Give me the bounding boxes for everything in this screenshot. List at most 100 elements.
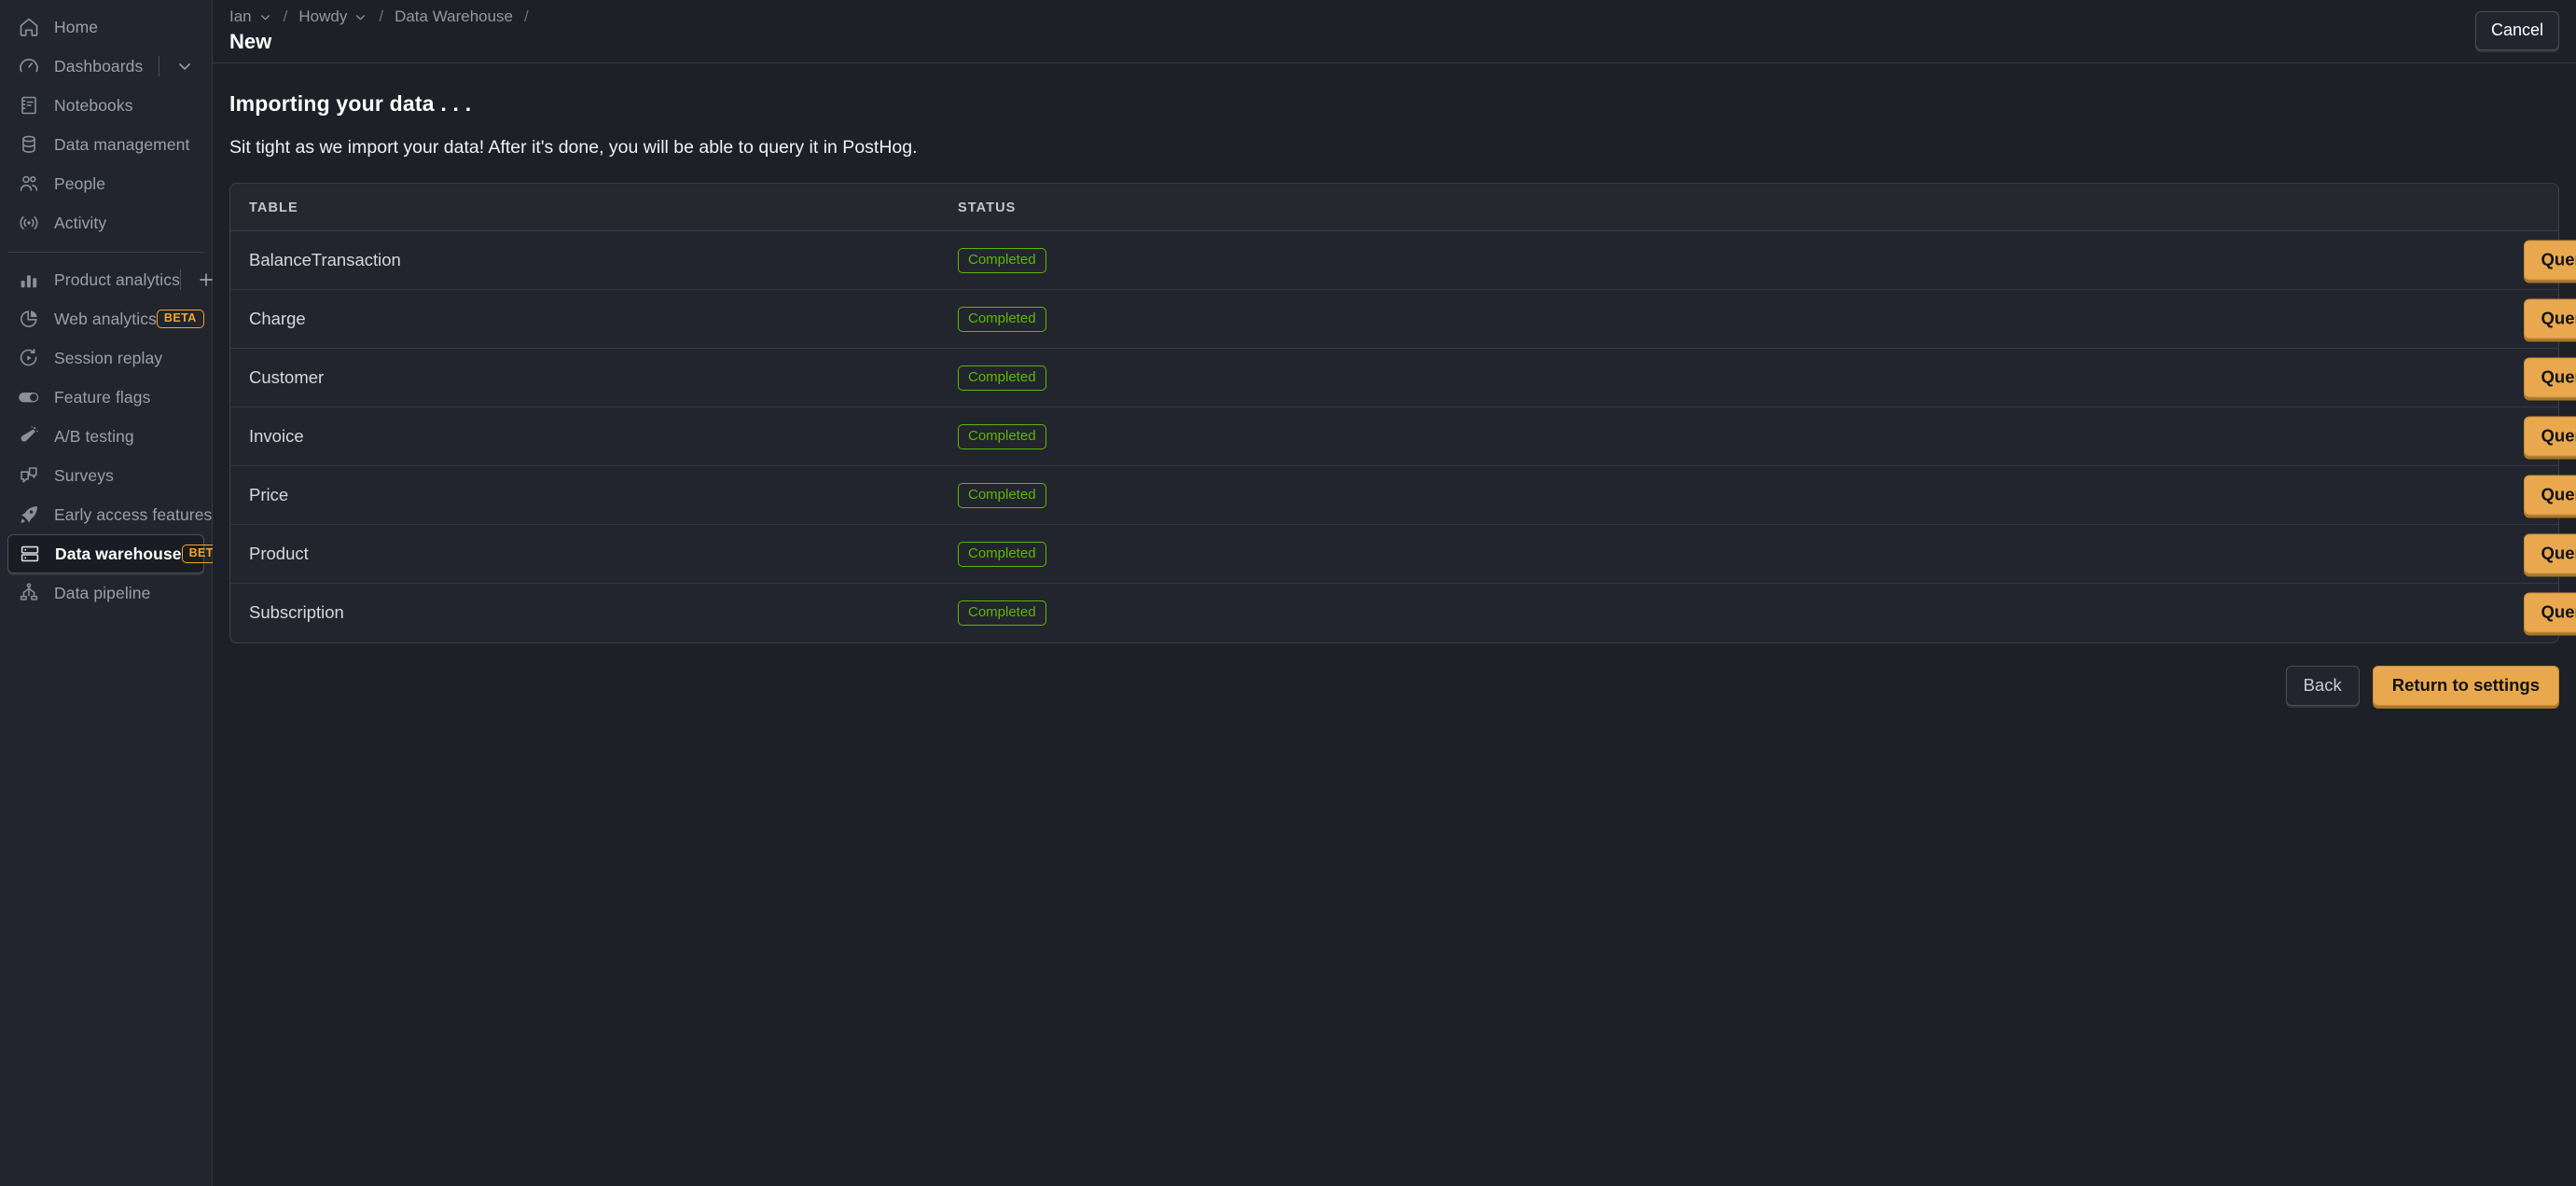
sidebar-item-label: Home [54,17,99,36]
column-header-table: TABLE [230,184,939,231]
cancel-button[interactable]: Cancel [2474,11,2559,50]
cell-status: Completed [939,289,2278,349]
cell-action: Query [2278,289,2576,349]
sidebar-section-divider [7,252,204,253]
importing-heading: Importing your data . . . [229,91,472,116]
cell-status: Completed [939,230,2278,290]
chevron-down-icon[interactable] [353,10,367,24]
return-to-settings-button[interactable]: Return to settings [2372,665,2559,706]
query-button[interactable]: Query [2523,416,2576,457]
cell-status: Completed [939,524,2278,584]
sidebar-item-dashboards[interactable]: Dashboards [7,47,204,86]
rocket-icon [17,503,41,527]
breadcrumb-item-data-warehouse[interactable]: Data Warehouse [395,7,513,26]
cell-action: Query [2278,348,2576,407]
back-button[interactable]: Back [2285,665,2360,706]
sidebar-item-label: Session replay [54,348,163,367]
sidebar-item-people[interactable]: People [7,164,204,203]
footer-actions: Back Return to settings [229,665,2559,706]
sidebar-item-ab-testing[interactable]: A/B testing [7,417,204,456]
beta-badge: BETA [156,310,204,328]
cell-status: Completed [939,348,2278,407]
status-badge: Completed [958,365,1046,391]
table-header-row: TABLE STATUS [230,184,2558,231]
sidebar-item-surveys[interactable]: Surveys [7,456,204,495]
status-badge: Completed [958,482,1046,508]
cell-table-name: Invoice [230,407,939,466]
cell-action: Query [2278,407,2576,466]
cell-table-name: Price [230,465,939,525]
import-tables-table: TABLE STATUS BalanceTransaction Complete… [230,184,2576,642]
sidebar-item-feature-flags[interactable]: Feature flags [7,378,204,417]
sidebar-item-activity[interactable]: Activity [7,203,204,242]
table-row: Price Completed Query [230,465,2576,525]
sidebar-item-web-analytics[interactable]: Web analytics BETA [7,299,204,338]
activity-icon [17,211,41,235]
notebook-icon [17,93,41,117]
breadcrumb-label: Ian [229,7,252,25]
cell-status: Completed [939,584,2278,642]
cell-table-name: Customer [230,348,939,407]
sidebar-item-label: Dashboards [54,56,144,76]
breadcrumb-label: Howdy [298,7,348,25]
sidebar-item-notebooks[interactable]: Notebooks [7,86,204,125]
cell-action: Query [2278,524,2576,584]
breadcrumb-item-ian[interactable]: Ian [229,7,272,26]
breadcrumb: Ian / Howdy / Data Warehouse / [229,7,540,26]
sidebar-item-session-replay[interactable]: Session replay [7,338,204,378]
database-icon [17,132,41,157]
page-title: New [229,30,272,53]
sidebar-item-label: Early access features [54,504,213,524]
breadcrumb-label: Data Warehouse [395,7,514,25]
query-button[interactable]: Query [2523,298,2576,339]
app-root: Home Dashboards Notebooks Data managemen… [0,0,2576,1186]
cell-action: Query [2278,230,2576,290]
pipeline-icon [17,581,41,605]
toggle-icon [17,385,41,409]
import-tables-panel: TABLE STATUS BalanceTransaction Complete… [229,183,2576,643]
column-header-status: STATUS [939,184,2278,231]
breadcrumb-item-howdy[interactable]: Howdy [298,7,367,26]
cell-status: Completed [939,465,2278,525]
cell-table-name: Product [230,524,939,584]
table-row: Customer Completed Query [230,348,2576,407]
warehouse-icon [18,542,42,566]
chevron-down-icon[interactable] [173,54,197,78]
flask-icon [17,424,41,448]
dashboards-icon [17,54,41,78]
topbar: Ian / Howdy / Data Warehouse / New Cance… [213,0,2576,63]
status-badge: Completed [958,600,1046,626]
sidebar-item-early-access-features[interactable]: Early access features [7,495,212,534]
query-button[interactable]: Query [2523,357,2576,398]
sidebar-item-label: Feature flags [54,387,151,407]
sidebar-item-data-warehouse[interactable]: Data warehouse BETA [7,534,229,573]
query-button[interactable]: Query [2523,592,2576,633]
cell-action: Query [2278,584,2576,642]
sidebar-item-data-management[interactable]: Data management [7,125,204,164]
sidebar-item-label: Data pipeline [54,583,151,602]
query-button[interactable]: Query [2523,475,2576,516]
table-row: Subscription Completed Query [230,584,2576,642]
sidebar-item-product-analytics[interactable]: Product analytics [7,260,213,299]
pie-chart-icon [17,307,41,331]
breadcrumb-separator: / [379,7,384,25]
importing-subtitle: Sit tight as we import your data! After … [229,137,918,158]
table-body: BalanceTransaction Completed Query Charg… [230,230,2576,642]
sidebar-item-label: People [54,173,106,193]
breadcrumb-separator: / [524,7,529,25]
column-header-action [2278,184,2558,231]
status-badge: Completed [958,423,1046,449]
content: Importing your data . . . Sit tight as w… [213,63,2576,706]
sidebar-primary-group: Home Dashboards Notebooks Data managemen… [0,4,229,613]
sidebar-item-label: Web analytics [54,309,157,328]
query-button[interactable]: Query [2523,533,2576,574]
chevron-down-icon[interactable] [258,10,272,24]
people-icon [17,172,41,196]
sidebar-item-data-pipeline[interactable]: Data pipeline [7,573,204,613]
query-button[interactable]: Query [2523,240,2576,281]
sidebar-item-home[interactable]: Home [7,7,204,47]
table-head: TABLE STATUS [230,184,2558,231]
sidebar-item-label: Product analytics [54,269,180,289]
cell-table-name: Subscription [249,602,344,623]
table-row: Product Completed Query [230,524,2576,584]
